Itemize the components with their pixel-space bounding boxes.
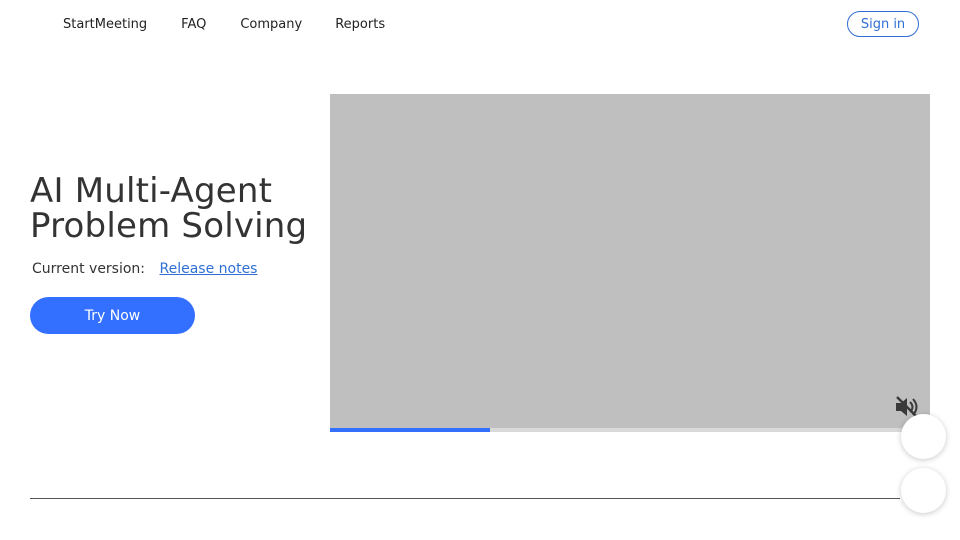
nav-link-faq[interactable]: FAQ: [181, 17, 206, 32]
nav-link-startmeeting[interactable]: StartMeeting: [63, 17, 147, 32]
page: StartMeeting FAQ Company Reports Sign in…: [0, 0, 960, 540]
sign-in-button[interactable]: Sign in: [847, 11, 919, 37]
video-progress-track[interactable]: [330, 428, 930, 432]
release-notes-link[interactable]: Release notes: [159, 261, 257, 277]
nav-link-reports[interactable]: Reports: [335, 17, 385, 32]
hero-title: AI Multi-Agent Problem Solving: [30, 174, 307, 244]
floating-action-button-2[interactable]: [901, 468, 946, 513]
floating-action-button-1[interactable]: [901, 414, 946, 459]
video-player[interactable]: [330, 94, 930, 432]
video-progress-fill: [330, 428, 491, 432]
hero-title-line-2: Problem Solving: [30, 206, 308, 246]
version-label: Current version:: [32, 261, 146, 277]
hero-title-line-1: AI Multi-Agent: [30, 171, 273, 211]
section-divider: [30, 498, 900, 499]
nav-links: StartMeeting FAQ Company Reports: [63, 17, 385, 32]
try-now-button[interactable]: Try Now: [30, 297, 195, 334]
nav-link-company[interactable]: Company: [240, 17, 302, 32]
version-row: Current version: Release notes: [32, 261, 257, 277]
top-nav: StartMeeting FAQ Company Reports Sign in: [0, 0, 960, 50]
